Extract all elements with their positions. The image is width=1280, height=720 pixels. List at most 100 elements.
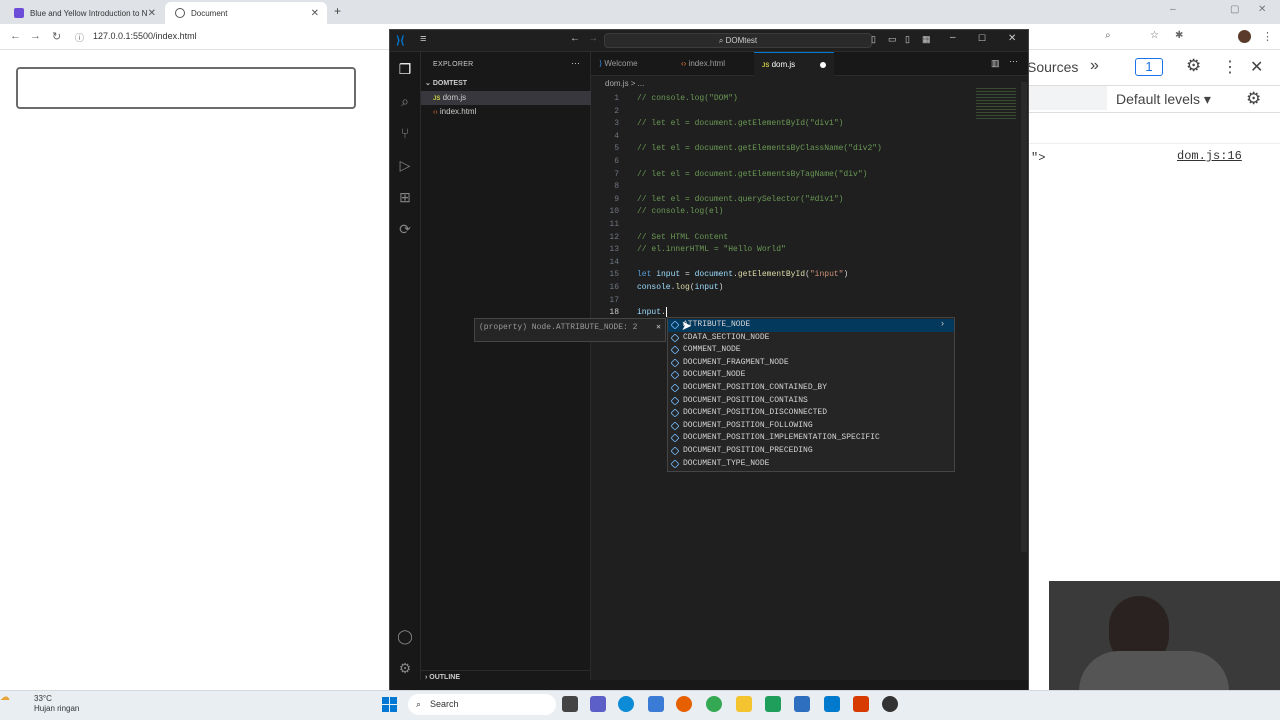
- notes-icon[interactable]: [794, 696, 810, 712]
- default-levels-dropdown[interactable]: Default levels ▾: [1116, 91, 1211, 108]
- minimap[interactable]: [976, 88, 1016, 120]
- weather-widget[interactable]: 33°C Hujan ringan: [14, 694, 79, 714]
- obs-icon[interactable]: [882, 696, 898, 712]
- toggle-panel-icon[interactable]: ▭: [888, 34, 897, 45]
- source-control-icon[interactable]: ⑂: [396, 124, 414, 142]
- avatar[interactable]: [1238, 30, 1251, 43]
- code-line[interactable]: 3 // let el = document.getElementById("di…: [591, 118, 1028, 131]
- code-line[interactable]: 4: [591, 131, 1028, 144]
- more-tabs-icon[interactable]: »: [1090, 57, 1099, 75]
- reload-icon[interactable]: ↻: [52, 30, 61, 43]
- info-icon[interactable]: ⓘ: [75, 31, 84, 44]
- suggestion-item[interactable]: DOCUMENT_FRAGMENT_NODE: [668, 357, 954, 370]
- chevron-right-icon[interactable]: ›: [941, 318, 944, 328]
- browser-tab-2[interactable]: Document ✕: [165, 2, 327, 24]
- code-line[interactable]: 2: [591, 106, 1028, 119]
- taskbar-search[interactable]: ⌕ Search: [408, 694, 556, 715]
- gear-icon[interactable]: ⚙: [1186, 56, 1201, 76]
- firefox-icon[interactable]: [676, 696, 692, 712]
- edge-icon[interactable]: [618, 696, 634, 712]
- app-icon[interactable]: [765, 696, 781, 712]
- code-line[interactable]: 7 // let el = document.getElementsByTagNa…: [591, 169, 1028, 182]
- code-line[interactable]: 13 // el.innerHTML = "Hello World": [591, 244, 1028, 257]
- code-line[interactable]: 14: [591, 257, 1028, 270]
- code-line[interactable]: 9 // let el = document.querySelector("#di…: [591, 194, 1028, 207]
- tab-index-html[interactable]: ‹› index.html: [673, 52, 753, 76]
- url-field[interactable]: 127.0.0.1:5500/index.html: [93, 31, 197, 41]
- code-line[interactable]: 15 let input = document.getElementById("i…: [591, 269, 1028, 282]
- chrome-icon[interactable]: [706, 696, 722, 712]
- folder-row[interactable]: ⌄ DOMTEST: [421, 77, 591, 91]
- suggestion-item[interactable]: DOCUMENT_POSITION_DISCONNECTED: [668, 407, 954, 420]
- new-tab-button[interactable]: +: [334, 4, 341, 18]
- tab-dom-js[interactable]: JS dom.js: [754, 52, 834, 76]
- tab-welcome[interactable]: ⟩ Welcome: [591, 52, 671, 76]
- maximize-icon[interactable]: ▢: [1230, 4, 1239, 15]
- forward-icon[interactable]: →: [588, 33, 598, 44]
- suggestion-item[interactable]: DOCUMENT_POSITION_CONTAINS: [668, 395, 954, 408]
- gear-icon[interactable]: ⚙: [1246, 89, 1261, 109]
- code-line[interactable]: 6: [591, 156, 1028, 169]
- run-debug-icon[interactable]: ▷: [396, 156, 414, 174]
- toggle-secondary-sidebar-icon[interactable]: ▯: [905, 34, 910, 45]
- suggestion-item[interactable]: DOCUMENT_POSITION_IMPLEMENTATION_SPECIFI…: [668, 432, 954, 445]
- more-actions-icon[interactable]: ⋯: [1009, 56, 1018, 67]
- code-line[interactable]: 1 // console.log("DOM"): [591, 93, 1028, 106]
- suggestion-item[interactable]: ATTRIBUTE_NODE: [668, 319, 954, 332]
- star-icon[interactable]: ☆: [1150, 30, 1159, 41]
- remote-icon[interactable]: ⟳: [396, 220, 414, 238]
- file-row-index-html[interactable]: ‹› index.html: [421, 105, 591, 119]
- issues-badge[interactable]: 1: [1135, 58, 1163, 76]
- close-icon[interactable]: ✕: [1250, 57, 1263, 77]
- code-line[interactable]: 5 // let el = document.getElementsByClass…: [591, 143, 1028, 156]
- maximize-icon[interactable]: ☐: [978, 33, 986, 44]
- breadcrumb[interactable]: dom.js > ...: [605, 79, 644, 88]
- toggle-sidebar-icon[interactable]: ▯: [871, 34, 876, 45]
- file-explorer-icon[interactable]: [736, 696, 752, 712]
- minimize-icon[interactable]: –: [950, 32, 956, 43]
- suggestion-item[interactable]: DOCUMENT_TYPE_NODE: [668, 458, 954, 471]
- explorer-icon[interactable]: ❐: [396, 60, 414, 78]
- code-line[interactable]: 11: [591, 219, 1028, 232]
- page-input-box[interactable]: [16, 67, 356, 109]
- store-icon[interactable]: [648, 696, 664, 712]
- more-actions-icon[interactable]: ⋯: [571, 58, 580, 69]
- close-window-icon[interactable]: ✕: [1008, 33, 1016, 44]
- account-icon[interactable]: ◯: [396, 627, 414, 645]
- suggest-widget[interactable]: › ATTRIBUTE_NODE CDATA_SECTION_NODE COMMEN…: [667, 317, 955, 472]
- forward-icon[interactable]: →: [30, 30, 41, 42]
- close-window-icon[interactable]: ✕: [1258, 4, 1266, 15]
- vscode-taskbar-icon[interactable]: [824, 696, 840, 712]
- search-icon[interactable]: ⌕: [396, 92, 414, 110]
- code-line[interactable]: 8: [591, 181, 1028, 194]
- suggestion-item[interactable]: CDATA_SECTION_NODE: [668, 332, 954, 345]
- task-view-icon[interactable]: [562, 696, 578, 712]
- app-icon[interactable]: [853, 696, 869, 712]
- back-icon[interactable]: ←: [570, 33, 580, 44]
- command-center-search[interactable]: ⌕ DOMtest: [604, 33, 872, 48]
- layout-icon[interactable]: ▦: [922, 34, 931, 45]
- minimize-icon[interactable]: –: [1170, 4, 1176, 15]
- vertical-scrollbar[interactable]: [1021, 82, 1027, 552]
- console-log-source-link[interactable]: dom.js:16: [1177, 149, 1242, 163]
- code-line[interactable]: 12 // Set HTML Content: [591, 232, 1028, 245]
- suggestion-item[interactable]: DOCUMENT_POSITION_CONTAINED_BY: [668, 382, 954, 395]
- zoom-icon[interactable]: ⌕: [1105, 30, 1111, 41]
- windows-start-icon[interactable]: [382, 697, 397, 712]
- extensions-icon[interactable]: ⊞: [396, 188, 414, 206]
- code-line[interactable]: 17: [591, 295, 1028, 308]
- suggestion-item[interactable]: DOCUMENT_POSITION_PRECEDING: [668, 445, 954, 458]
- menu-icon[interactable]: ⋮: [1262, 30, 1273, 43]
- code-line[interactable]: 10 // console.log(el): [591, 206, 1028, 219]
- close-icon[interactable]: ✕: [148, 8, 156, 19]
- filter-field[interactable]: [1029, 86, 1107, 110]
- browser-tab-1[interactable]: Blue and Yellow Introduction to N ✕: [4, 2, 164, 24]
- file-row-dom-js[interactable]: JS dom.js: [421, 91, 591, 105]
- split-editor-icon[interactable]: ▥: [991, 58, 1000, 69]
- close-icon[interactable]: ✕: [311, 8, 319, 19]
- extensions-icon[interactable]: ✱: [1175, 30, 1183, 41]
- manage-gear-icon[interactable]: ⚙: [396, 659, 414, 677]
- unsaved-dot-icon[interactable]: [820, 62, 826, 68]
- menu-icon[interactable]: ≡: [420, 33, 426, 45]
- suggestion-item[interactable]: DOCUMENT_POSITION_FOLLOWING: [668, 420, 954, 433]
